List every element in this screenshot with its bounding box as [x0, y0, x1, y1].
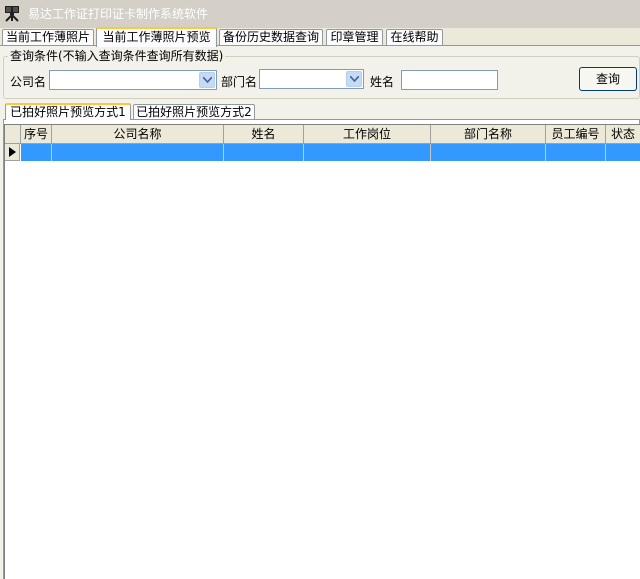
title-bar: 易达工作证打印证卡制作系统软件	[0, 0, 640, 28]
cell-company[interactable]	[52, 144, 224, 161]
cell-department[interactable]	[431, 144, 546, 161]
cell-name[interactable]	[224, 144, 304, 161]
company-label: 公司名	[10, 75, 47, 89]
tab-online-help[interactable]: 在线帮助	[386, 29, 443, 46]
column-header-company[interactable]: 公司名称	[52, 125, 224, 144]
chevron-down-icon[interactable]	[199, 72, 215, 88]
column-header-status[interactable]: 状态	[606, 125, 640, 144]
table-row[interactable]	[5, 144, 640, 161]
cell-employee-id[interactable]	[546, 144, 606, 161]
tab-backup-history-query[interactable]: 备份历史数据查询	[219, 29, 323, 46]
cell-index[interactable]	[21, 144, 52, 161]
main-tab-strip: 当前工作薄照片 当前工作薄照片预览 备份历史数据查询 印章管理 在线帮助	[0, 27, 640, 47]
tab-current-workbook-photos[interactable]: 当前工作薄照片	[2, 29, 94, 46]
header-corner	[5, 125, 21, 144]
tab-current-workbook-preview[interactable]: 当前工作薄照片预览	[96, 27, 217, 47]
query-group-title: 查询条件(不输入查询条件查询所有数据)	[8, 47, 226, 64]
sub-tab-strip: 已拍好照片预览方式1 已拍好照片预览方式2	[0, 103, 640, 120]
tab-seal-management[interactable]: 印章管理	[326, 29, 383, 46]
column-header-name[interactable]: 姓名	[224, 125, 304, 144]
department-combobox[interactable]	[259, 69, 364, 89]
chevron-down-icon[interactable]	[346, 71, 362, 87]
grid-header: 序号 公司名称 姓名 工作岗位 部门名称 员工编号 状态	[5, 125, 640, 144]
column-header-index[interactable]: 序号	[21, 125, 52, 144]
tab-preview-mode-2[interactable]: 已拍好照片预览方式2	[133, 104, 255, 120]
company-combobox[interactable]	[49, 70, 217, 90]
tab-preview-mode-1[interactable]: 已拍好照片预览方式1	[5, 103, 131, 120]
current-row-indicator	[5, 144, 20, 161]
column-header-department[interactable]: 部门名称	[431, 125, 546, 144]
column-header-position[interactable]: 工作岗位	[304, 125, 431, 144]
camera-tripod-icon	[3, 4, 21, 22]
name-input[interactable]	[401, 70, 498, 90]
window-title: 易达工作证打印证卡制作系统软件	[28, 7, 209, 21]
column-header-employee-id[interactable]: 员工编号	[546, 125, 606, 144]
photo-data-grid[interactable]: 序号 公司名称 姓名 工作岗位 部门名称 员工编号 状态	[4, 124, 640, 579]
cell-status[interactable]	[606, 144, 640, 161]
name-label: 姓名	[370, 75, 395, 89]
cell-position[interactable]	[304, 144, 431, 161]
query-button[interactable]: 查询	[579, 67, 637, 91]
department-label: 部门名	[221, 75, 258, 89]
